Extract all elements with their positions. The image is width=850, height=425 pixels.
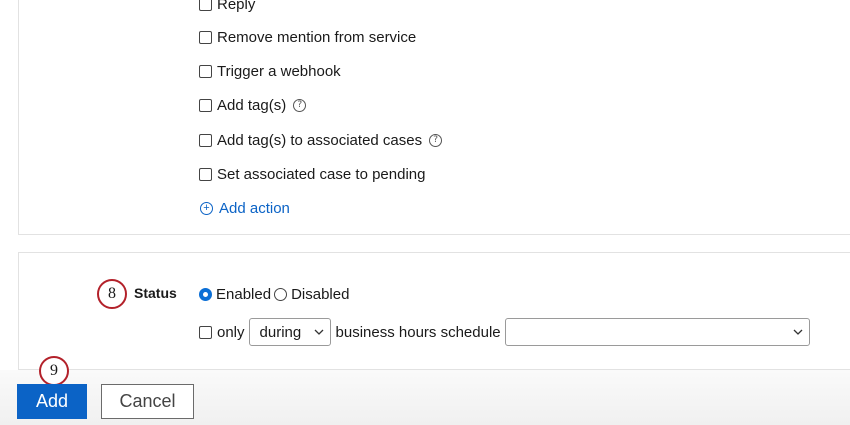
action-option-label: Remove mention from service [217, 28, 417, 46]
add-action-link[interactable]: + Add action [200, 198, 290, 218]
only-label: only [217, 323, 245, 341]
business-hours-label: business hours schedule [335, 323, 501, 341]
action-option-label: Add tag(s) to associated cases [217, 131, 423, 149]
status-radio-group: Enabled Disabled [199, 284, 349, 304]
disabled-radio-label[interactable]: Disabled [291, 286, 349, 303]
actions-panel [18, 0, 850, 235]
action-option-add-tags-associated-cases[interactable]: Add tag(s) to associated cases ? [199, 130, 443, 150]
set-case-pending-checkbox[interactable] [199, 167, 212, 181]
status-label: Status [134, 285, 177, 301]
reply-checkbox[interactable] [199, 0, 212, 11]
status-panel [18, 252, 850, 370]
action-option-set-case-pending[interactable]: Set associated case to pending [199, 164, 425, 184]
business-hours-row: only during business hours schedule [199, 317, 810, 347]
trigger-webhook-checkbox[interactable] [199, 64, 212, 78]
action-option-reply[interactable]: Reply [199, 0, 255, 14]
during-select-value: during [259, 323, 302, 341]
action-option-remove-mention[interactable]: Remove mention from service [199, 27, 416, 47]
help-icon[interactable]: ? [293, 98, 307, 112]
help-icon[interactable]: ? [429, 133, 443, 147]
add-button[interactable]: Add [17, 384, 87, 419]
plus-circle-icon: + [200, 201, 213, 215]
schedule-select[interactable] [504, 318, 810, 346]
add-action-label: Add action [219, 199, 290, 217]
action-option-trigger-webhook[interactable]: Trigger a webhook [199, 61, 341, 81]
action-option-label: Reply [217, 0, 256, 13]
remove-mention-checkbox[interactable] [199, 30, 212, 44]
cancel-button[interactable]: Cancel [101, 384, 194, 419]
add-tags-checkbox[interactable] [199, 98, 212, 112]
enabled-radio[interactable] [199, 287, 212, 301]
chevron-down-icon [314, 329, 323, 335]
action-option-label: Trigger a webhook [217, 62, 341, 80]
action-option-label: Add tag(s) [217, 96, 287, 114]
only-checkbox[interactable] [199, 325, 212, 339]
action-option-add-tags[interactable]: Add tag(s) ? [199, 95, 307, 115]
step-marker-8: 8 [97, 279, 127, 309]
enabled-radio-label[interactable]: Enabled [216, 286, 271, 303]
disabled-radio[interactable] [274, 287, 288, 301]
during-select[interactable]: during [248, 318, 331, 346]
step-marker-9: 9 [39, 356, 69, 386]
chevron-down-icon [793, 329, 803, 335]
action-option-label: Set associated case to pending [217, 165, 426, 183]
add-tags-associated-cases-checkbox[interactable] [199, 133, 212, 147]
